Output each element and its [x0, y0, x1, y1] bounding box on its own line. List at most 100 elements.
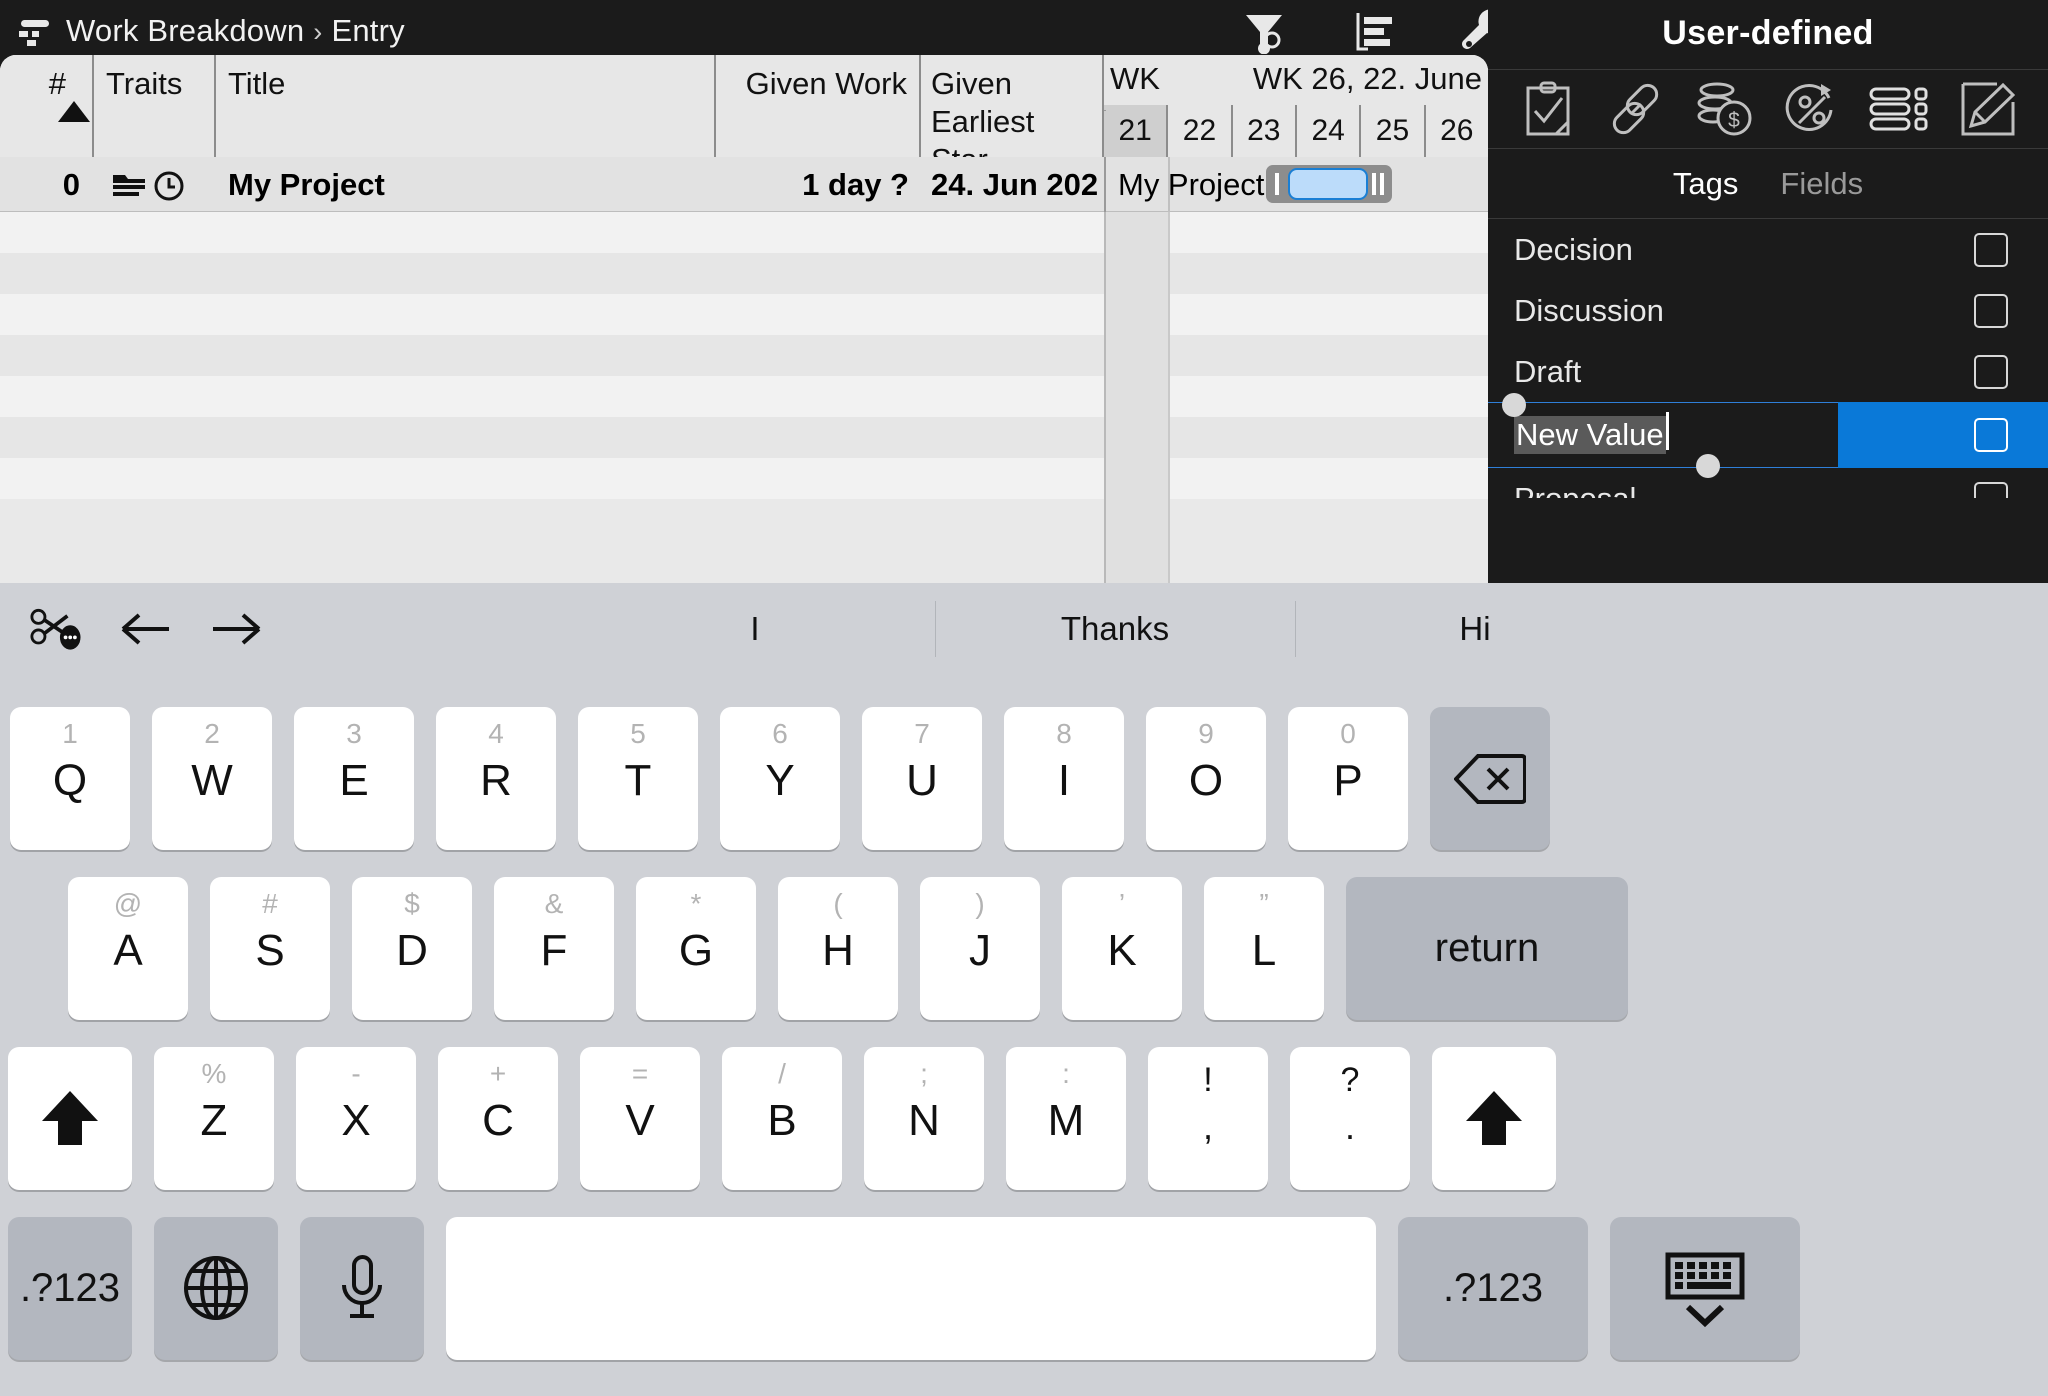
breadcrumb-current[interactable]: Entry — [331, 13, 404, 48]
backspace-icon[interactable] — [1430, 707, 1550, 850]
outline-icon[interactable] — [1350, 7, 1398, 55]
key-h[interactable]: (H — [778, 877, 898, 1020]
key-o[interactable]: 9O — [1146, 707, 1266, 850]
gantt-day-22[interactable]: 22 — [1166, 105, 1231, 157]
arrow-left-icon[interactable] — [118, 603, 176, 655]
gantt-day-21[interactable]: 21 — [1104, 105, 1167, 157]
empty-row[interactable] — [0, 253, 1488, 294]
gantt-bar-handle-right-2[interactable] — [1380, 173, 1384, 195]
tab-tags[interactable]: Tags — [1673, 166, 1738, 202]
key-a[interactable]: @ A — [68, 877, 188, 1020]
selection-handle-start[interactable] — [1502, 393, 1526, 417]
key-numbers-left[interactable]: .?123 — [8, 1217, 132, 1360]
tag-checkbox[interactable] — [1974, 482, 2008, 498]
keyboard-dismiss-icon[interactable] — [1610, 1217, 1800, 1360]
shift-icon[interactable] — [1432, 1047, 1556, 1190]
filter-icon[interactable] — [1240, 7, 1288, 55]
percent-progress-icon[interactable] — [1781, 78, 1843, 140]
key-m[interactable]: :M — [1006, 1047, 1126, 1190]
key-c[interactable]: + C — [438, 1047, 558, 1190]
tag-row[interactable]: Draft — [1488, 341, 2048, 402]
app-logo-icon — [18, 16, 52, 46]
tab-fields[interactable]: Fields — [1780, 166, 1863, 202]
empty-row[interactable] — [0, 335, 1488, 376]
scissors-more-icon[interactable] — [30, 603, 88, 655]
column-header-number[interactable]: # — [0, 55, 94, 157]
gantt-day-24[interactable]: 24 — [1294, 105, 1360, 157]
breadcrumb[interactable]: Work Breakdown › Entry — [0, 13, 405, 49]
tag-row[interactable]: Decision — [1488, 219, 2048, 280]
key-q[interactable]: 1Q — [10, 707, 130, 850]
suggestion-2[interactable]: Thanks — [935, 583, 1295, 675]
key-p[interactable]: 0P — [1288, 707, 1408, 850]
microphone-icon[interactable] — [300, 1217, 424, 1360]
gantt-day-26[interactable]: 26 — [1423, 105, 1488, 157]
link-icon[interactable] — [1605, 78, 1667, 140]
gantt-bar-handle-right[interactable] — [1372, 173, 1376, 195]
empty-row[interactable] — [0, 376, 1488, 417]
key-return[interactable]: return — [1346, 877, 1628, 1020]
tag-row-highlight — [1838, 402, 2048, 468]
shift-icon[interactable] — [8, 1047, 132, 1190]
tag-checkbox[interactable] — [1974, 232, 2008, 267]
tag-checkbox[interactable] — [1974, 418, 2008, 452]
key-u[interactable]: 7U — [862, 707, 982, 850]
key-main-label: G — [678, 926, 714, 975]
key-w[interactable]: 2W — [152, 707, 272, 850]
gantt-bar-handle-left[interactable] — [1275, 173, 1279, 195]
column-header-given-work[interactable]: Given Work — [716, 55, 921, 157]
gantt-bar[interactable] — [1266, 165, 1392, 203]
empty-row[interactable] — [0, 294, 1488, 335]
pencil-edit-icon[interactable] — [1957, 78, 2019, 140]
tag-row[interactable]: Discussion — [1488, 280, 2048, 341]
key-x[interactable]: -X — [296, 1047, 416, 1190]
key-e[interactable]: 3E — [294, 707, 414, 850]
gantt-day-23[interactable]: 23 — [1230, 105, 1295, 157]
tag-name-input[interactable]: New Value — [1488, 393, 1838, 478]
key-main-label: V — [625, 1096, 655, 1145]
key-s[interactable]: # S — [210, 877, 330, 1020]
column-header-traits[interactable]: Traits — [94, 55, 216, 157]
key-question-period[interactable]: ?. — [1290, 1047, 1410, 1190]
key-d[interactable]: $ D — [352, 877, 472, 1020]
key-space[interactable] — [446, 1217, 1376, 1360]
key-main-label: X — [341, 1096, 371, 1145]
key-t[interactable]: 5T — [578, 707, 698, 850]
key-numbers-right[interactable]: .?123 — [1398, 1217, 1588, 1360]
list-icon[interactable] — [1869, 78, 1931, 140]
table-row[interactable]: 0 My Project 1 day ? 24. Jun 202 My Proj… — [0, 157, 1488, 212]
keyboard-toolbar: I Thanks Hi — [0, 583, 2048, 675]
tag-row-editing[interactable]: New Value — [1488, 393, 2048, 478]
key-exclam-comma[interactable]: !, — [1148, 1047, 1268, 1190]
key-g[interactable]: * G — [636, 877, 756, 1020]
key-v[interactable]: = V — [580, 1047, 700, 1190]
key-l[interactable]: ” L — [1204, 877, 1324, 1020]
key-b[interactable]: / B — [722, 1047, 842, 1190]
key-j[interactable]: ) J — [920, 877, 1040, 1020]
key-r[interactable]: 4R — [436, 707, 556, 850]
empty-row[interactable] — [0, 212, 1488, 253]
money-stack-icon[interactable]: $ — [1693, 78, 1755, 140]
suggestion-3[interactable]: Hi — [1295, 583, 1655, 675]
column-header-given-earliest-start[interactable]: Given Earliest Star — [921, 55, 1104, 177]
key-z[interactable]: % Z — [154, 1047, 274, 1190]
tag-row[interactable]: Proposal — [1488, 468, 2048, 498]
tag-checkbox[interactable] — [1974, 293, 2008, 328]
gantt-day-25[interactable]: 25 — [1359, 105, 1424, 157]
key-n[interactable]: ; N — [864, 1047, 984, 1190]
suggestion-1[interactable]: I — [575, 583, 935, 675]
clipboard-check-icon[interactable] — [1517, 78, 1579, 140]
key-k[interactable]: ’ K — [1062, 877, 1182, 1020]
empty-row[interactable] — [0, 458, 1488, 499]
key-i[interactable]: 8I — [1004, 707, 1124, 850]
arrow-right-icon[interactable] — [206, 603, 264, 655]
key-f[interactable]: & F — [494, 877, 614, 1020]
empty-row[interactable] — [0, 417, 1488, 458]
globe-icon[interactable] — [154, 1217, 278, 1360]
column-header-title[interactable]: Title — [216, 55, 716, 157]
work-breakdown-sheet[interactable]: # Traits Title Given Work Given Earliest… — [0, 55, 1488, 583]
key-y[interactable]: 6Y — [720, 707, 840, 850]
gantt-bar-fill[interactable] — [1288, 168, 1368, 200]
tag-checkbox[interactable] — [1974, 354, 2008, 389]
breadcrumb-root[interactable]: Work Breakdown — [66, 13, 304, 48]
